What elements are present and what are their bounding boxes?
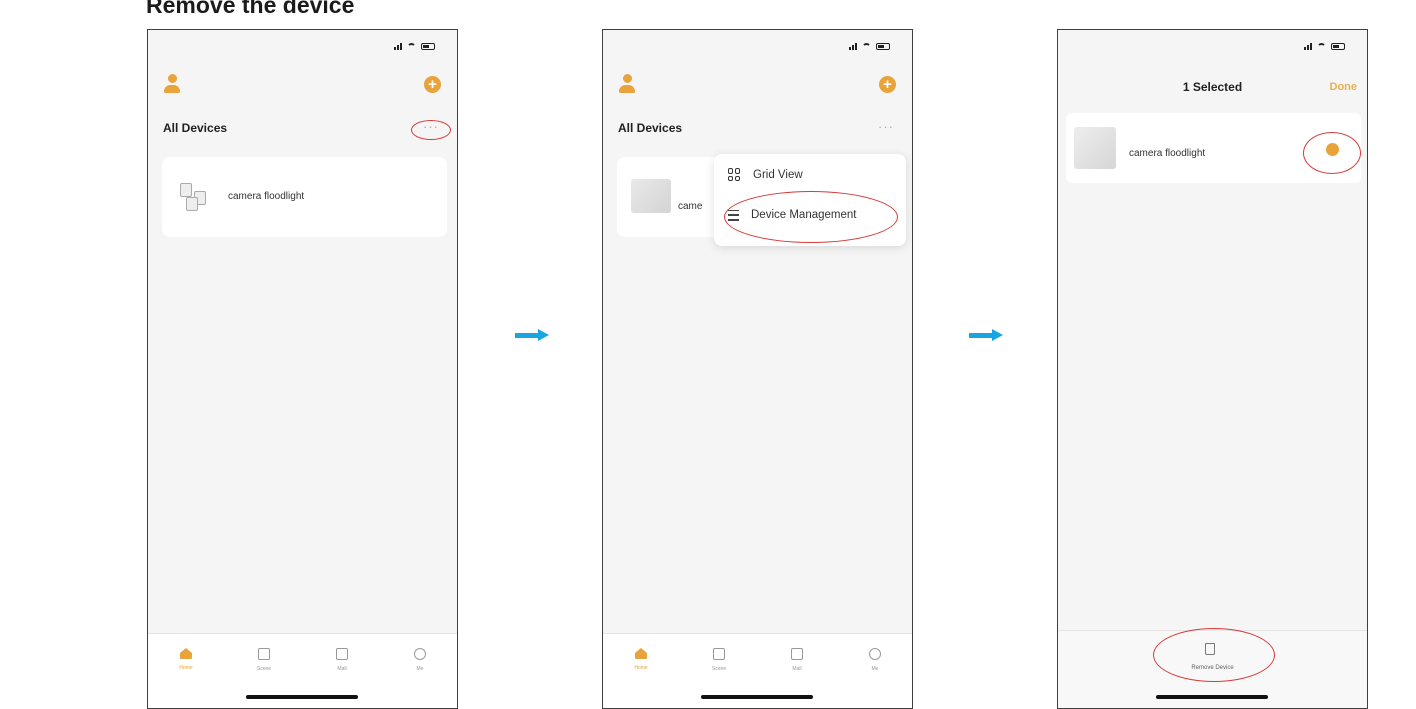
arrow-right-icon	[969, 329, 1003, 341]
phone-screen-menu-open: + All Devices ··· came Grid View Device …	[602, 29, 913, 709]
wifi-icon	[1317, 42, 1326, 50]
device-name: camera floodlight	[1129, 148, 1206, 159]
signal-icon	[394, 42, 402, 50]
profile-avatar-icon[interactable]	[164, 74, 180, 96]
home-indicator	[246, 695, 358, 699]
bag-icon	[336, 648, 348, 660]
section-title: All Devices	[163, 121, 228, 135]
tab-me[interactable]: Me	[400, 648, 440, 672]
tab-me[interactable]: Me	[855, 648, 895, 672]
nav-title: 1 Selected	[1182, 80, 1243, 94]
more-options-button[interactable]: ···	[878, 119, 894, 134]
home-indicator	[701, 695, 813, 699]
grid-icon	[728, 168, 741, 181]
options-menu: Grid View Device Management	[714, 154, 906, 246]
done-button[interactable]: Done	[1330, 81, 1358, 93]
home-icon	[180, 648, 192, 659]
device-card[interactable]: camera floodlight	[1066, 113, 1361, 183]
tab-home[interactable]: Home	[621, 648, 661, 671]
add-device-button[interactable]: +	[879, 76, 896, 93]
device-name-partial: came	[678, 201, 703, 212]
phone-screen-device-list: + All Devices ··· camera floodlight Home…	[147, 29, 458, 709]
wifi-icon	[407, 42, 416, 50]
phone-screen-select-device: 1 Selected Done camera floodlight Remove…	[1057, 29, 1368, 709]
scene-icon	[713, 648, 725, 660]
more-options-button[interactable]: ···	[423, 119, 439, 134]
bag-icon	[791, 648, 803, 660]
home-icon	[635, 648, 647, 659]
trash-icon	[1205, 643, 1215, 655]
profile-avatar-icon[interactable]	[619, 74, 635, 96]
wifi-icon	[862, 42, 871, 50]
tab-scene[interactable]: Scene	[699, 648, 739, 672]
page-heading: Remove the device	[146, 0, 355, 18]
add-device-button[interactable]: +	[424, 76, 441, 93]
status-bar	[394, 42, 435, 50]
me-icon	[869, 648, 881, 660]
tab-mall[interactable]: Mall	[777, 648, 817, 672]
me-icon	[414, 648, 426, 660]
tab-mall[interactable]: Mall	[322, 648, 362, 672]
device-card[interactable]: camera floodlight	[162, 157, 447, 237]
status-bar	[849, 42, 890, 50]
device-thumbnail	[631, 179, 671, 213]
scene-icon	[258, 648, 270, 660]
battery-icon	[1331, 42, 1345, 50]
battery-icon	[876, 42, 890, 50]
signal-icon	[1304, 42, 1312, 50]
tab-home[interactable]: Home	[166, 648, 206, 671]
camera-thumbnail-icon	[180, 181, 214, 213]
status-bar	[1304, 42, 1345, 50]
signal-icon	[849, 42, 857, 50]
battery-icon	[421, 42, 435, 50]
home-indicator	[1156, 695, 1268, 699]
device-thumbnail	[1074, 127, 1116, 169]
device-name: camera floodlight	[228, 191, 305, 202]
tab-scene[interactable]: Scene	[244, 648, 284, 672]
menu-item-grid-view[interactable]: Grid View	[728, 168, 803, 181]
menu-item-device-management[interactable]: Device Management	[728, 209, 856, 221]
list-icon	[728, 209, 739, 221]
arrow-right-icon	[515, 329, 549, 341]
section-title: All Devices	[618, 121, 683, 135]
checkbox-selected-icon[interactable]	[1326, 143, 1339, 156]
